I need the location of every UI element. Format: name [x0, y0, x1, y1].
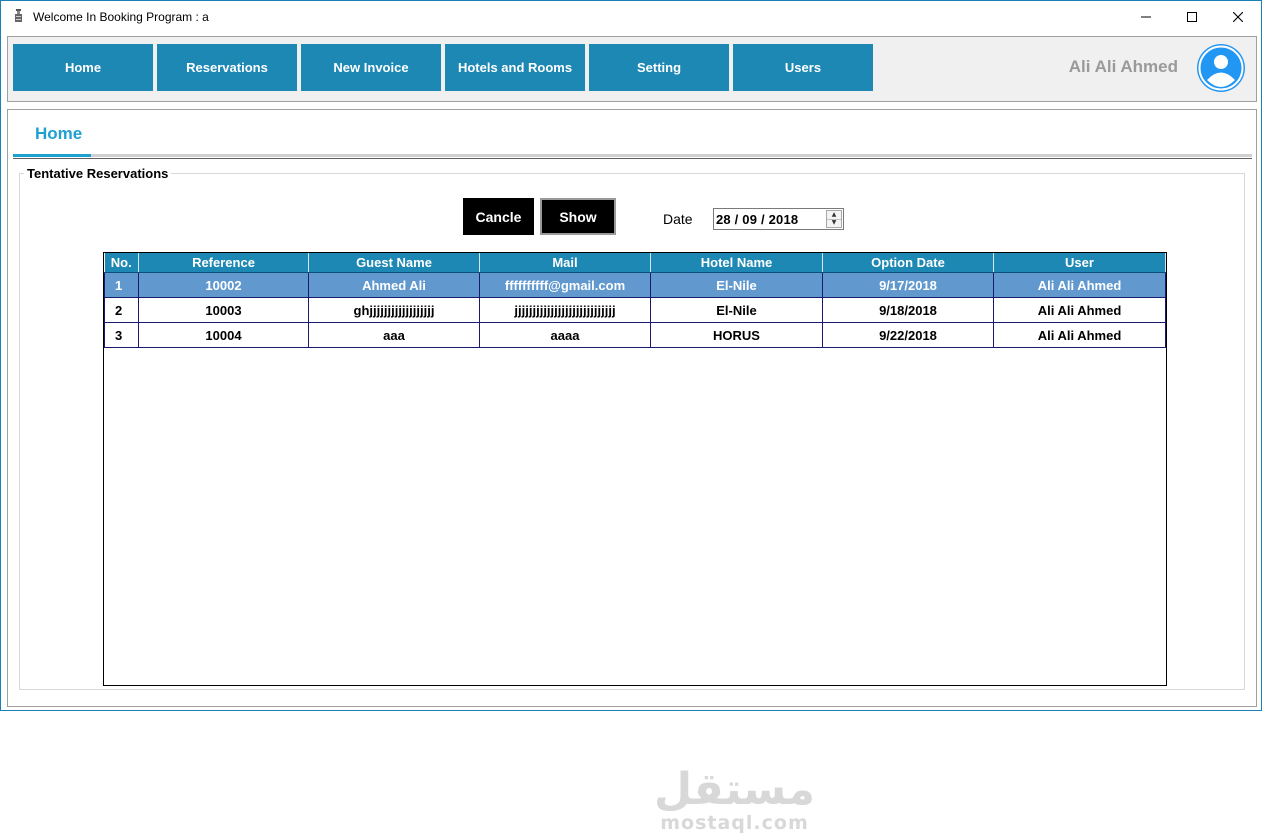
tab-home-indicator — [13, 154, 91, 157]
cell-mail[interactable]: ffffffffff@gmail.com — [479, 272, 651, 298]
table-row[interactable]: 2 10003 ghjjjjjjjjjjjjjjjjjj jjjjjjjjjjj… — [104, 297, 1166, 323]
show-button[interactable]: Show — [540, 198, 616, 235]
app-icon — [15, 9, 22, 22]
cell-user[interactable]: Ali Ali Ahmed — [993, 272, 1166, 298]
close-icon — [1233, 12, 1243, 22]
table-header-row: No. Reference Guest Name Mail Hotel Name… — [104, 253, 1166, 273]
top-nav: Home Reservations New Invoice Hotels and… — [7, 36, 1257, 102]
cell-mail[interactable]: aaaa — [479, 322, 651, 348]
nav-setting-button[interactable]: Setting — [589, 44, 729, 91]
date-picker[interactable]: 28 / 09 / 2018 ▲ ▼ — [713, 208, 844, 230]
column-header-mail[interactable]: Mail — [479, 253, 651, 273]
cell-no[interactable]: 2 — [104, 297, 139, 323]
window-title: Welcome In Booking Program : a — [33, 10, 209, 24]
date-spinner[interactable]: ▲ ▼ — [826, 210, 842, 228]
tab-home[interactable]: Home — [35, 124, 82, 144]
user-avatar-icon[interactable] — [1196, 43, 1246, 93]
cell-reference[interactable]: 10002 — [138, 272, 309, 298]
group-title: Tentative Reservations — [24, 166, 172, 181]
minimize-button[interactable] — [1123, 1, 1169, 33]
cancel-button[interactable]: Cancle — [463, 198, 534, 235]
column-header-option-date[interactable]: Option Date — [822, 253, 994, 273]
cell-hotel-name[interactable]: HORUS — [650, 322, 823, 348]
title-bar[interactable]: Welcome In Booking Program : a — [1, 1, 1261, 33]
nav-hotels-rooms-button[interactable]: Hotels and Rooms — [445, 44, 585, 91]
cell-guest-name[interactable]: Ahmed Ali — [308, 272, 480, 298]
table-row[interactable]: 3 10004 aaa aaaa HORUS 9/22/2018 Ali Ali… — [104, 322, 1166, 348]
date-label: Date — [663, 211, 693, 227]
spin-down-icon[interactable]: ▼ — [827, 219, 841, 227]
nav-home-button[interactable]: Home — [13, 44, 153, 91]
watermark-latin: mostaql.com — [660, 812, 809, 834]
cell-guest-name[interactable]: ghjjjjjjjjjjjjjjjjjj — [308, 297, 480, 323]
reservations-table: No. Reference Guest Name Mail Hotel Name… — [104, 253, 1166, 348]
tab-strip-edge — [13, 158, 1252, 159]
current-user-name: Ali Ali Ahmed — [1068, 57, 1178, 76]
date-value: 28 / 09 / 2018 — [716, 212, 799, 227]
watermark-arabic: مستقل — [654, 764, 815, 815]
watermark-logo: مستقل mostaql.com — [652, 764, 817, 834]
minimize-icon — [1141, 16, 1151, 18]
nav-reservations-button[interactable]: Reservations — [157, 44, 297, 91]
cell-option-date[interactable]: 9/17/2018 — [822, 272, 994, 298]
nav-users-button[interactable]: Users — [733, 44, 873, 91]
column-header-hotel-name[interactable]: Hotel Name — [650, 253, 823, 273]
cell-reference[interactable]: 10003 — [138, 297, 309, 323]
main-content: Home Tentative Reservations Cancle Show … — [7, 109, 1257, 833]
column-header-no[interactable]: No. — [104, 253, 139, 273]
nav-new-invoice-button[interactable]: New Invoice — [301, 44, 441, 91]
column-header-reference[interactable]: Reference — [138, 253, 309, 273]
column-header-user[interactable]: User — [993, 253, 1166, 273]
cell-hotel-name[interactable]: El-Nile — [650, 297, 823, 323]
cell-no[interactable]: 3 — [104, 322, 139, 348]
maximize-icon — [1187, 12, 1197, 22]
tab-strip-line — [91, 154, 1252, 157]
table-row[interactable]: 1 10002 Ahmed Ali ffffffffff@gmail.com E… — [104, 272, 1166, 298]
cell-no[interactable]: 1 — [104, 272, 139, 298]
column-header-guest-name[interactable]: Guest Name — [308, 253, 480, 273]
cell-guest-name[interactable]: aaa — [308, 322, 480, 348]
reservations-grid[interactable]: No. Reference Guest Name Mail Hotel Name… — [103, 252, 1167, 833]
maximize-button[interactable] — [1169, 1, 1215, 33]
cell-option-date[interactable]: 9/18/2018 — [822, 297, 994, 323]
cell-option-date[interactable]: 9/22/2018 — [822, 322, 994, 348]
cell-user[interactable]: Ali Ali Ahmed — [993, 297, 1166, 323]
cell-mail[interactable]: jjjjjjjjjjjjjjjjjjjjjjjjjjjj — [479, 297, 651, 323]
cell-hotel-name[interactable]: El-Nile — [650, 272, 823, 298]
close-button[interactable] — [1215, 1, 1261, 33]
cell-reference[interactable]: 10004 — [138, 322, 309, 348]
app-window: Welcome In Booking Program : a Home Rese… — [0, 0, 1262, 833]
cell-user[interactable]: Ali Ali Ahmed — [993, 322, 1166, 348]
